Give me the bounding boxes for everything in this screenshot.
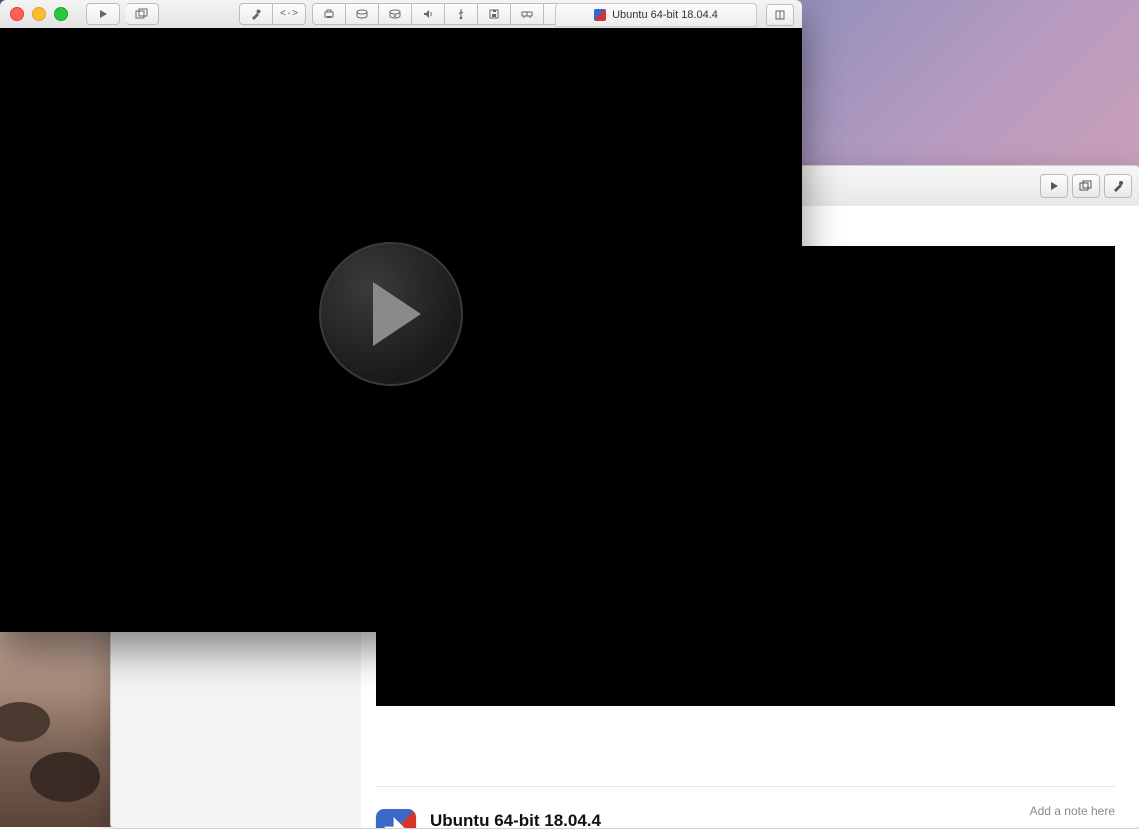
vm-tab-title: Ubuntu 64-bit 18.04.4 <box>612 9 718 21</box>
library-play-button[interactable] <box>1040 174 1068 198</box>
vm-play-button[interactable] <box>86 3 120 25</box>
vmware-tab-icon <box>594 9 606 21</box>
play-icon <box>373 282 421 346</box>
desktop-wallpaper-rocks <box>0 632 110 827</box>
vm-harddisk-button[interactable] <box>346 3 379 25</box>
vm-settings-wrench-button[interactable] <box>239 3 273 25</box>
window-controls <box>10 7 68 21</box>
vm-toolbar-device-group: <·> <box>239 3 583 25</box>
library-snapshot-button[interactable] <box>1072 174 1100 198</box>
library-vm-title: Ubuntu 64-bit 18.04.4 <box>430 811 601 829</box>
vm-usb-button[interactable] <box>445 3 478 25</box>
vm-send-keys-button[interactable]: <·> <box>273 3 306 25</box>
vm-screen[interactable] <box>0 28 802 632</box>
vm-big-play-button[interactable] <box>319 242 463 386</box>
library-add-note[interactable]: Add a note here <box>1030 804 1115 818</box>
vm-tab[interactable]: Ubuntu 64-bit 18.04.4 <box>555 3 757 27</box>
vm-console-window[interactable]: <·> <box>0 0 802 632</box>
minimize-button[interactable] <box>32 7 46 21</box>
vm-floppy-button[interactable] <box>478 3 511 25</box>
library-settings-button[interactable] <box>1104 174 1132 198</box>
vm-fullscreen-button[interactable] <box>766 4 794 26</box>
vm-network-button[interactable] <box>511 3 544 25</box>
vm-toolbar-run-group <box>86 3 159 25</box>
close-button[interactable] <box>10 7 24 21</box>
vm-snapshot-button[interactable] <box>126 3 159 25</box>
vm-printer-button[interactable] <box>312 3 346 25</box>
vm-cdrom-button[interactable] <box>379 3 412 25</box>
library-vm-row[interactable]: Ubuntu 64-bit 18.04.4 Ubuntu 64-bit <box>376 786 1115 829</box>
vm-sound-button[interactable] <box>412 3 445 25</box>
vmware-icon <box>376 809 416 829</box>
library-vm-text: Ubuntu 64-bit 18.04.4 Ubuntu 64-bit <box>430 811 601 829</box>
zoom-button[interactable] <box>54 7 68 21</box>
vm-titlebar[interactable]: <·> <box>0 0 802 29</box>
